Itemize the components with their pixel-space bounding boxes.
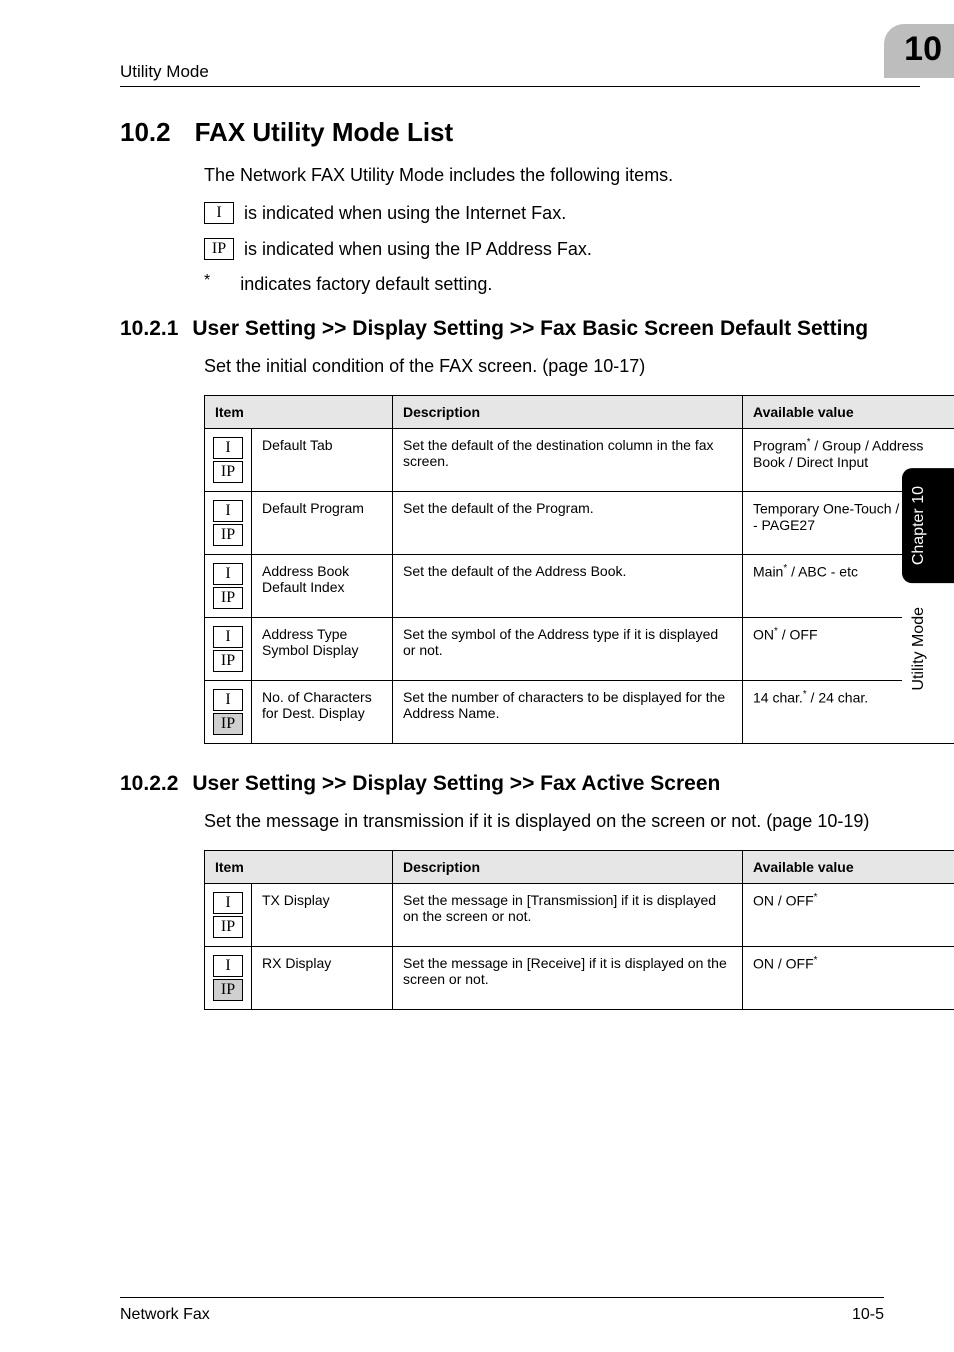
item-description: Set the message in [Transmission] if it … <box>393 884 743 947</box>
col-description: Description <box>393 396 743 429</box>
chapter-number: 10 <box>904 30 942 69</box>
table-row: I IP RX Display Set the message in [Rece… <box>205 947 954 1010</box>
item-description: Set the number of characters to be displ… <box>393 681 743 744</box>
asterisk-icon: * <box>204 272 210 290</box>
item-description: Set the default of the destination colum… <box>393 429 743 492</box>
legend-internet-fax: I is indicated when using the Internet F… <box>204 202 884 224</box>
footer-rule <box>120 1297 884 1298</box>
item-available: ON / OFF* <box>743 884 954 947</box>
item-name: TX Display <box>252 884 393 947</box>
tab-chapter: Chapter 10 <box>902 468 954 583</box>
footer-left: Network Fax <box>120 1306 210 1324</box>
i-icon: I <box>204 202 234 224</box>
i-icon: I <box>213 689 243 711</box>
footer-right: 10-5 <box>852 1306 884 1324</box>
subsection-number: 10.2.2 <box>120 772 178 796</box>
col-available: Available value <box>743 851 954 884</box>
col-description: Description <box>393 851 743 884</box>
table-row: I IP Address Type Symbol Display Set the… <box>205 618 954 681</box>
ip-icon: IP <box>213 461 243 483</box>
subsection-title: User Setting >> Display Setting >> Fax B… <box>192 317 868 341</box>
section-intro: The Network FAX Utility Mode includes th… <box>204 162 884 188</box>
i-icon: I <box>213 500 243 522</box>
subsection-intro: Set the message in transmission if it is… <box>204 808 884 834</box>
item-name: Default Program <box>252 492 393 555</box>
i-icon: I <box>213 626 243 648</box>
legend-i-text: is indicated when using the Internet Fax… <box>244 203 566 224</box>
i-icon: I <box>213 955 243 977</box>
legend-ip-fax: IP is indicated when using the IP Addres… <box>204 238 884 260</box>
ip-icon: IP <box>213 979 243 1001</box>
i-icon: I <box>213 892 243 914</box>
legend-ip-text: is indicated when using the IP Address F… <box>244 239 592 260</box>
ip-icon: IP <box>213 650 243 672</box>
ip-icon: IP <box>213 916 243 938</box>
col-item: Item <box>205 851 393 884</box>
tab-mode: Utility Mode <box>902 589 954 709</box>
ip-icon: IP <box>213 587 243 609</box>
table-fax-basic-screen: Item Description Available value I IP De… <box>204 395 954 744</box>
legend-default: * indicates factory default setting. <box>204 274 884 295</box>
i-icon: I <box>213 437 243 459</box>
subsection-number: 10.2.1 <box>120 317 178 341</box>
col-available: Available value <box>743 396 954 429</box>
item-description: Set the default of the Program. <box>393 492 743 555</box>
table-fax-active-screen: Item Description Available value I IP TX… <box>204 850 954 1010</box>
item-description: Set the default of the Address Book. <box>393 555 743 618</box>
table-row: I IP Address Book Default Index Set the … <box>205 555 954 618</box>
ip-icon: IP <box>213 713 243 735</box>
item-name: Default Tab <box>252 429 393 492</box>
item-description: Set the symbol of the Address type if it… <box>393 618 743 681</box>
table-row: I IP No. of Characters for Dest. Display… <box>205 681 954 744</box>
item-name: Address Type Symbol Display <box>252 618 393 681</box>
i-icon: I <box>213 563 243 585</box>
section-number: 10.2 <box>120 117 171 148</box>
col-item: Item <box>205 396 393 429</box>
table-row: I IP Default Program Set the default of … <box>205 492 954 555</box>
item-description: Set the message in [Receive] if it is di… <box>393 947 743 1010</box>
ip-icon: IP <box>213 524 243 546</box>
subsection-intro: Set the initial condition of the FAX scr… <box>204 353 884 379</box>
table-row: I IP TX Display Set the message in [Tran… <box>205 884 954 947</box>
item-name: No. of Characters for Dest. Display <box>252 681 393 744</box>
side-tabs: Chapter 10 Utility Mode <box>902 468 954 709</box>
legend-default-text: indicates factory default setting. <box>240 274 492 295</box>
item-name: Address Book Default Index <box>252 555 393 618</box>
item-name: RX Display <box>252 947 393 1010</box>
subsection-title: User Setting >> Display Setting >> Fax A… <box>192 772 720 796</box>
table-row: I IP Default Tab Set the default of the … <box>205 429 954 492</box>
item-available: ON / OFF* <box>743 947 954 1010</box>
section-title: FAX Utility Mode List <box>195 117 454 148</box>
chapter-badge: 10 <box>874 24 954 82</box>
ip-icon: IP <box>204 238 234 260</box>
running-head: Utility Mode <box>120 62 209 82</box>
